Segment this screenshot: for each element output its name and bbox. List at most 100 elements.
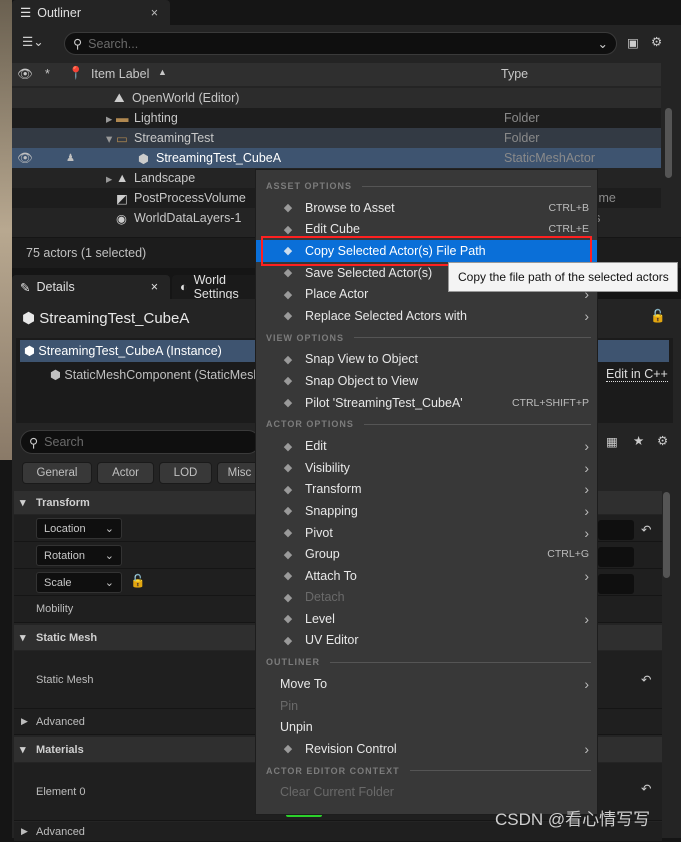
chevron-right-icon: › [584, 438, 589, 455]
expand-icon[interactable]: ▸ [106, 171, 112, 186]
chevron-down-icon[interactable]: ⌄ [598, 36, 608, 51]
divider [363, 423, 591, 425]
row-label: OpenWorld (Editor) [132, 91, 240, 105]
gear-icon[interactable]: ⚙ [657, 433, 668, 448]
tab-title: World Settings [193, 275, 239, 299]
section-title: ASSET OPTIONS [266, 181, 353, 191]
menu-item-snapping[interactable]: ◆ Snapping › [256, 500, 597, 522]
pin-column-icon[interactable]: 📍 [68, 66, 84, 81]
actor-count-status: 75 actors (1 selected) [26, 246, 147, 260]
instance-label: StreamingTest_CubeA (Instance) [38, 344, 222, 358]
scale-value-field[interactable] [598, 574, 634, 594]
replace-icon: ◆ [283, 310, 293, 323]
outliner-scrollbar[interactable] [665, 108, 672, 178]
attach-icon: ◆ [283, 570, 293, 583]
section-label: Static Mesh [36, 631, 98, 644]
reset-icon[interactable]: ↶ [641, 672, 651, 687]
menu-item-pilot-streamingtest-cubea[interactable]: ◆ Pilot 'StreamingTest_CubeA' CTRL+SHIFT+P [256, 392, 597, 414]
menu-item-uv-editor[interactable]: ◆ UV Editor [256, 630, 597, 652]
details-search-input[interactable]: ⚲ Search [20, 430, 260, 454]
visibility-icon: ◆ [283, 462, 293, 475]
menu-item-snap-object-to-view[interactable]: ◆ Snap Object to View [256, 370, 597, 392]
collapse-icon: ▾ [20, 497, 26, 509]
menu-item-attach-to[interactable]: ◆ Attach To › [256, 565, 597, 587]
place-actor-icon: ◆ [283, 288, 293, 301]
component-row[interactable]: ⬢ StaticMeshComponent (StaticMeshCompone… [50, 367, 260, 382]
outliner-row[interactable]: ⛰ OpenWorld (Editor) [12, 88, 661, 108]
divider [362, 185, 591, 187]
details-scrollbar[interactable] [663, 492, 670, 578]
chevron-right-icon: › [584, 610, 589, 627]
landscape-icon: ▲ [116, 171, 129, 185]
menu-item-label: Attach To [305, 568, 357, 583]
menu-item-snap-view-to-object[interactable]: ◆ Snap View to Object [256, 349, 597, 371]
reset-icon[interactable]: ↶ [641, 781, 651, 796]
menu-item-move-to[interactable]: Move To › [256, 673, 597, 695]
visibility-icon[interactable]: 👁 [17, 151, 33, 166]
filter-actor-button[interactable]: Actor [97, 462, 154, 484]
menu-item-label: Pin [280, 698, 299, 713]
reset-icon[interactable]: ↶ [641, 522, 651, 537]
menu-item-level[interactable]: ◆ Level › [256, 608, 597, 630]
location-dropdown[interactable]: Location ⌄ [36, 518, 122, 539]
scale-dropdown[interactable]: Scale ⌄ [36, 572, 122, 593]
menu-item-browse-to-asset[interactable]: ◆ Browse to Asset CTRL+B [256, 197, 597, 219]
shortcut: CTRL+E [548, 223, 589, 236]
outliner-row[interactable]: ▸ ▬ Lighting Folder [12, 108, 661, 128]
tab-title: Outliner [37, 5, 81, 20]
menu-item-label: Group [305, 547, 340, 562]
rotation-value-field[interactable] [598, 547, 634, 567]
menu-item-unpin[interactable]: Unpin [256, 716, 597, 738]
tab-world-settings[interactable]: ◐ World Settings [172, 275, 262, 299]
cube-icon: ⬢ [50, 368, 61, 382]
chevron-right-icon: › [584, 567, 589, 584]
tab-details[interactable]: ✎ Details × [12, 275, 170, 299]
filter-lod-button[interactable]: LOD [159, 462, 212, 484]
menu-item-label: Level [305, 611, 335, 626]
star-icon[interactable]: ★ [633, 433, 644, 448]
shortcut: CTRL+SHIFT+P [511, 396, 589, 409]
filter-general-button[interactable]: General [22, 462, 92, 484]
location-value-field[interactable] [598, 520, 634, 540]
menu-item-revision-control[interactable]: ◆ Revision Control › [256, 738, 597, 760]
column-item-label[interactable]: Item Label [91, 67, 149, 81]
close-icon[interactable]: × [151, 6, 158, 20]
outliner-search-input[interactable]: ⚲ Search... ⌄ [64, 32, 617, 55]
menu-item-visibility[interactable]: ◆ Visibility › [256, 457, 597, 479]
lock-icon[interactable]: 🔓 [650, 309, 666, 324]
column-type[interactable]: Type [501, 67, 528, 81]
section-title: VIEW OPTIONS [266, 332, 345, 343]
outliner-row[interactable]: ▾ ▭ StreamingTest Folder [12, 128, 661, 148]
expand-icon[interactable]: ▸ [106, 111, 112, 126]
menu-item-label: Snapping [305, 503, 358, 518]
collapse-icon[interactable]: ▾ [106, 131, 112, 146]
star-column-icon[interactable]: * [45, 67, 50, 81]
filter-icon[interactable]: ☰⌄ [22, 34, 44, 49]
gear-icon[interactable]: ⚙ [651, 34, 662, 49]
pin-icon[interactable]: ♟ [66, 153, 75, 164]
chevron-right-icon: › [584, 307, 589, 324]
menu-item-pivot[interactable]: ◆ Pivot › [256, 522, 597, 544]
menu-item-clear-current-folder: Clear Current Folder [256, 782, 597, 804]
menu-item-label: Pivot [305, 525, 333, 540]
section-title: ACTOR OPTIONS [266, 419, 354, 430]
table-view-icon[interactable]: ▦ [606, 434, 618, 449]
menu-item-transform[interactable]: ◆ Transform › [256, 479, 597, 501]
edit-in-cpp-link[interactable]: Edit in C++ [606, 367, 668, 382]
outliner-row[interactable]: 👁 ♟ ⬢ StreamingTest_CubeA StaticMeshActor [12, 148, 661, 168]
menu-item-label: Replace Selected Actors with [305, 308, 467, 323]
tab-outliner[interactable]: ☰ Outliner × [12, 0, 170, 25]
menu-item-group[interactable]: ◆ Group CTRL+G [256, 543, 597, 565]
rotation-dropdown[interactable]: Rotation ⌄ [36, 545, 122, 566]
menu-item-replace-selected-actors-with[interactable]: ◆ Replace Selected Actors with › [256, 305, 597, 327]
close-icon[interactable]: × [151, 280, 158, 294]
menu-item-edit[interactable]: ◆ Edit › [256, 435, 597, 457]
folder-open-icon: ▭ [116, 131, 128, 146]
add-folder-icon[interactable]: ▣ [627, 35, 639, 50]
chevron-right-icon: › [584, 459, 589, 476]
unlock-icon[interactable]: 🔓 [130, 574, 146, 589]
visibility-column-icon[interactable]: 👁 [17, 67, 33, 82]
menu-item-label: UV Editor [305, 633, 359, 648]
menu-item-label: Snap Object to View [305, 373, 419, 388]
group-icon: ◆ [283, 548, 293, 561]
